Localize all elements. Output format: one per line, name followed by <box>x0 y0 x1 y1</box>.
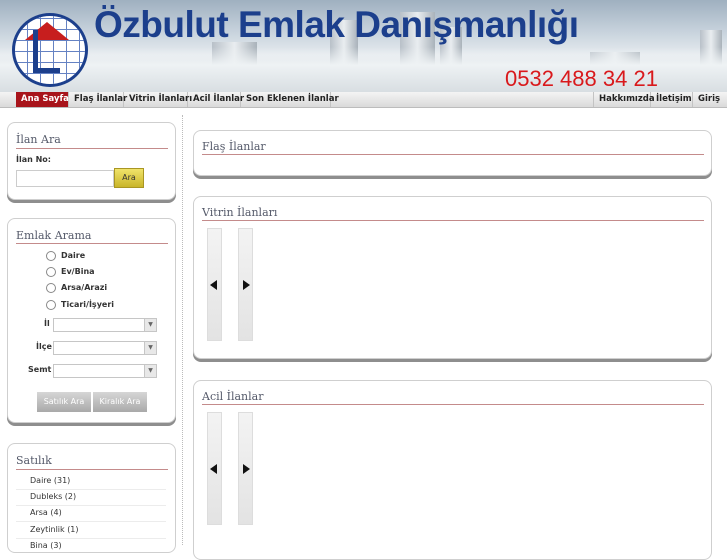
phone-number: 0532 488 34 21 <box>505 66 658 91</box>
ilan-no-label: İlan No: <box>16 155 51 164</box>
divider <box>202 404 704 405</box>
panel-title: Vitrin İlanları <box>202 206 278 219</box>
ara-button[interactable]: Ara <box>114 168 144 188</box>
main-nav: Ana Sayfa Flaş İlanlar Vitrin İlanları A… <box>0 92 727 108</box>
list-item[interactable]: Dubleks (2) <box>30 492 76 501</box>
carousel-prev-button[interactable] <box>207 228 222 341</box>
site-title: Özbulut Emlak Danışmanlığı <box>94 4 579 45</box>
list-item[interactable]: Arsa (4) <box>30 508 62 517</box>
nav-iletisim[interactable]: İletişim <box>651 92 693 107</box>
header-banner: Özbulut Emlak Danışmanlığı 0532 488 34 2… <box>0 0 727 92</box>
radio-label: Daire <box>61 251 86 260</box>
panel-title: Satılık <box>16 454 52 467</box>
radio-arsa-arazi[interactable] <box>46 283 56 293</box>
panel-title: İlan Ara <box>16 133 61 146</box>
semt-select[interactable]: ▼ <box>53 364 157 378</box>
triangle-right-icon <box>243 464 250 474</box>
nav-home[interactable]: Ana Sayfa <box>16 92 69 107</box>
semt-label: Semt <box>28 365 52 374</box>
divider <box>16 243 168 244</box>
vitrin-ilanlari-panel: Vitrin İlanları <box>193 196 712 359</box>
list-item[interactable]: Daire (31) <box>30 476 70 485</box>
nav-hakkimizda[interactable]: Hakkımızda <box>593 92 655 107</box>
ilce-label: İlçe <box>36 342 52 351</box>
il-label: İl <box>44 319 50 328</box>
radio-label: Arsa/Arazi <box>61 283 108 292</box>
radio-label: Ev/Bina <box>61 267 95 276</box>
nav-flas-ilanlar[interactable]: Flaş İlanlar <box>69 92 127 107</box>
radio-daire[interactable] <box>46 251 56 261</box>
triangle-left-icon <box>210 464 217 474</box>
chevron-down-icon: ▼ <box>144 365 156 377</box>
divider <box>16 469 168 470</box>
list-item[interactable]: Bina (3) <box>30 541 62 550</box>
chevron-down-icon: ▼ <box>144 342 156 354</box>
flas-ilanlar-panel: Flaş İlanlar <box>193 130 712 176</box>
panel-title: Emlak Arama <box>16 229 92 242</box>
ilan-no-input[interactable] <box>16 170 114 187</box>
triangle-left-icon <box>210 280 217 290</box>
satilik-ara-button[interactable]: Satılık Ara <box>37 392 91 412</box>
chevron-down-icon: ▼ <box>144 319 156 331</box>
satilik-panel: Satılık Daire (31) Dubleks (2) Arsa (4) … <box>7 443 176 553</box>
divider <box>202 154 704 155</box>
nav-giris[interactable]: Giriş <box>693 92 727 107</box>
nav-son-eklenen[interactable]: Son Eklenen İlanlar <box>241 92 339 107</box>
ilce-select[interactable]: ▼ <box>53 341 157 355</box>
ilan-ara-panel: İlan Ara İlan No: Ara <box>7 122 176 200</box>
column-divider <box>182 115 184 545</box>
radio-ticari-isyeri[interactable] <box>46 300 56 310</box>
radio-ev-bina[interactable] <box>46 267 56 277</box>
company-logo[interactable] <box>12 13 88 87</box>
divider <box>16 148 168 149</box>
il-select[interactable]: ▼ <box>53 318 157 332</box>
divider <box>16 521 166 522</box>
nav-acil-ilanlar[interactable]: Acil İlanlar <box>188 92 244 107</box>
divider <box>16 505 166 506</box>
radio-label: Ticari/İşyeri <box>61 300 115 309</box>
divider <box>16 489 166 490</box>
emlak-arama-panel: Emlak Arama Daire Ev/Bina Arsa/Arazi Tic… <box>7 218 176 423</box>
carousel-next-button[interactable] <box>238 228 253 341</box>
list-item[interactable]: Zeytinlik (1) <box>30 525 79 534</box>
divider <box>16 538 166 539</box>
kiralik-ara-button[interactable]: Kiralık Ara <box>93 392 147 412</box>
divider <box>202 220 704 221</box>
triangle-right-icon <box>243 280 250 290</box>
carousel-next-button[interactable] <box>238 412 253 525</box>
nav-vitrin-ilanlari[interactable]: Vitrin İlanları <box>124 92 192 107</box>
house-icon <box>33 30 60 73</box>
panel-title: Acil İlanlar <box>202 390 264 403</box>
panel-title: Flaş İlanlar <box>202 140 266 153</box>
carousel-prev-button[interactable] <box>207 412 222 525</box>
acil-ilanlar-panel: Acil İlanlar <box>193 380 712 560</box>
